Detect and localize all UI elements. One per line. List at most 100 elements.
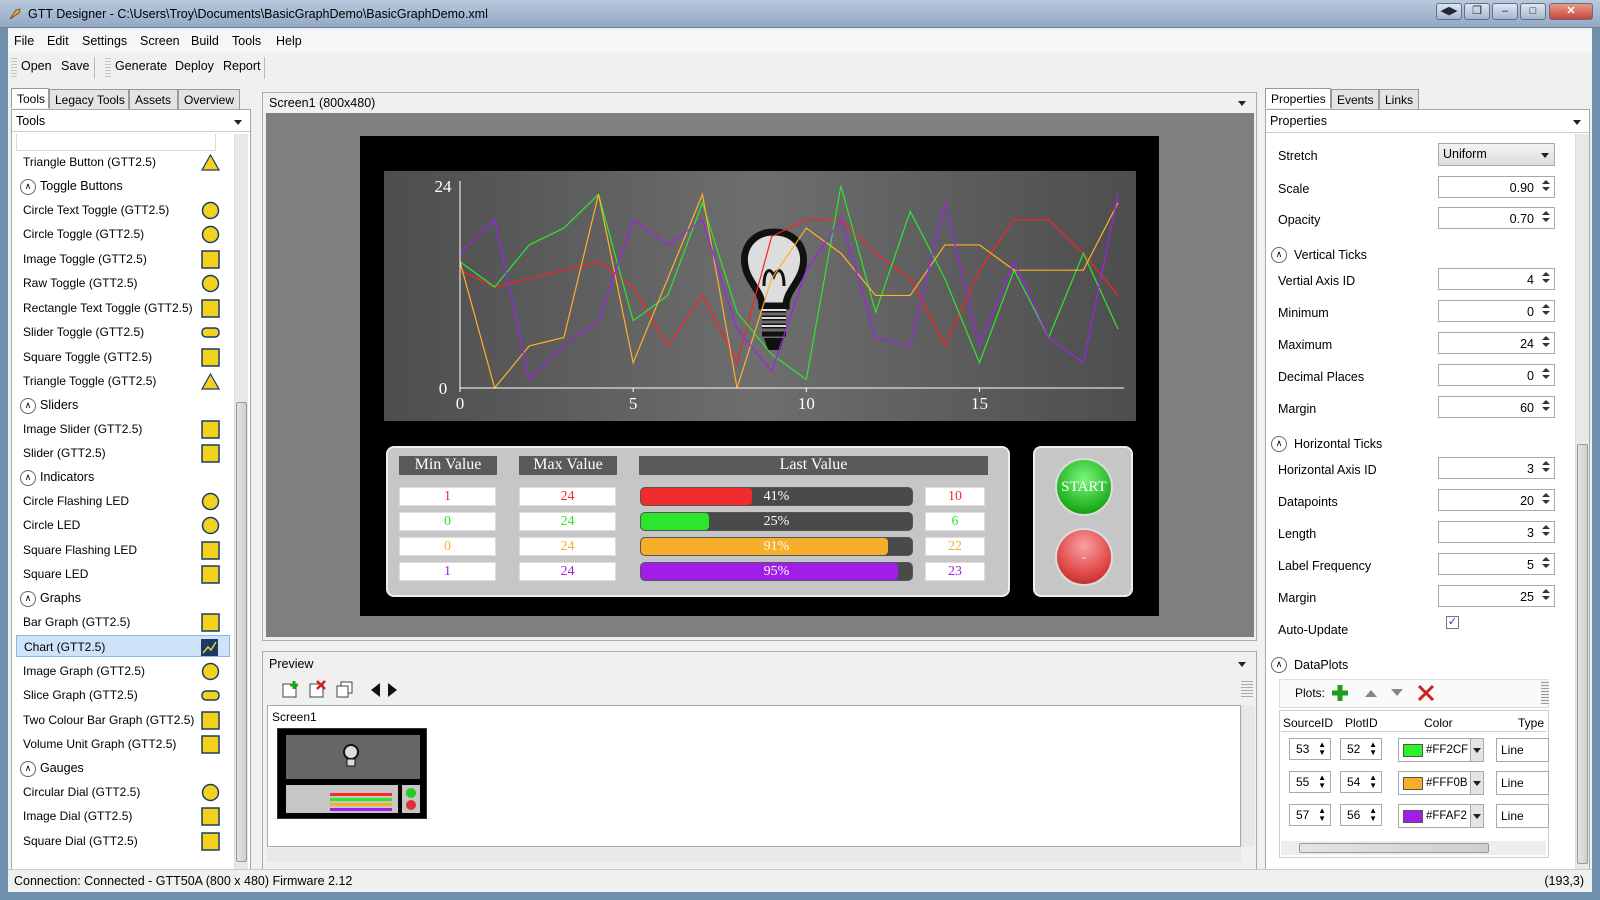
tool-item[interactable]: Rectangle Text Toggle (GTT2.5): [16, 297, 230, 319]
collapse-icon[interactable]: ∧: [20, 469, 36, 486]
color-dropdown[interactable]: [1470, 805, 1483, 827]
next-screen-icon[interactable]: [386, 681, 400, 699]
tool-item[interactable]: Circle Text Toggle (GTT2.5): [16, 199, 230, 221]
tool-item[interactable]: Square Flashing LED: [16, 539, 230, 561]
tools-combo[interactable]: Tools: [12, 111, 250, 132]
datapoints-spinner[interactable]: [1541, 492, 1551, 508]
vertical-axis-id-input[interactable]: 4: [1438, 268, 1555, 290]
stop-button[interactable]: -: [1055, 528, 1113, 586]
length-input[interactable]: 3: [1438, 521, 1555, 543]
color-picker[interactable]: #FFF0B: [1398, 771, 1484, 795]
color-picker[interactable]: #FFAF2: [1398, 804, 1484, 828]
previous-screen-icon[interactable]: [368, 681, 382, 699]
save-button[interactable]: Save: [61, 59, 90, 73]
auto-update-checkbox[interactable]: ✓: [1446, 616, 1459, 629]
sourceid-input[interactable]: 57 ▲ ▼: [1289, 804, 1331, 826]
tool-item[interactable]: Image Slider (GTT2.5): [16, 418, 230, 440]
menu-help[interactable]: Help: [276, 34, 302, 48]
delete-plot-icon[interactable]: [1416, 683, 1436, 703]
scale-spinner[interactable]: [1541, 179, 1551, 195]
spinner-arrows-icon[interactable]: ▲ ▼: [1369, 807, 1377, 823]
collapse-icon[interactable]: ∧: [20, 178, 36, 195]
menu-screen[interactable]: Screen: [140, 34, 180, 48]
preview-vscroll[interactable]: [1241, 705, 1255, 847]
spinner-arrows-icon[interactable]: ▲ ▼: [1318, 741, 1326, 757]
tool-item[interactable]: Volume Unit Graph (GTT2.5): [16, 733, 230, 755]
vertical-margin-input[interactable]: 60: [1438, 396, 1555, 418]
tool-category[interactable]: ∧ Indicators: [16, 467, 230, 489]
move-up-icon[interactable]: [1364, 687, 1378, 699]
sourceid-cell[interactable]: 57 ▲ ▼: [1289, 804, 1331, 826]
vertical-ticks-section[interactable]: ∧ Vertical Ticks: [1270, 247, 1367, 263]
preview-hscroll[interactable]: [267, 848, 1241, 862]
tool-item[interactable]: Square Toggle (GTT2.5): [16, 346, 230, 368]
maximum-input[interactable]: 24: [1438, 332, 1555, 354]
plotid-cell[interactable]: 56 ▲ ▼: [1340, 804, 1382, 826]
vertical-axis-id-spinner[interactable]: [1541, 271, 1551, 287]
spinner-arrows-icon[interactable]: ▲ ▼: [1318, 774, 1326, 790]
tool-item[interactable]: Image Dial (GTT2.5): [16, 805, 230, 827]
collapse-icon[interactable]: ∧: [20, 760, 36, 777]
tool-item[interactable]: Circle Flashing LED: [16, 490, 230, 512]
plotid-input[interactable]: 54 ▲ ▼: [1340, 771, 1382, 793]
tool-category[interactable]: ∧ Toggle Buttons: [16, 176, 230, 198]
report-button[interactable]: Report: [223, 59, 261, 73]
plotid-cell[interactable]: 52 ▲ ▼: [1340, 738, 1382, 760]
tab-events[interactable]: Events: [1331, 89, 1379, 109]
plot-type-select[interactable]: Line: [1496, 771, 1549, 795]
color-cell[interactable]: #FFAF2: [1398, 804, 1484, 828]
type-cell[interactable]: Line: [1496, 738, 1549, 762]
plot-type-select[interactable]: Line: [1496, 804, 1549, 828]
tool-item[interactable]: Raw Toggle (GTT2.5): [16, 272, 230, 294]
tab-assets[interactable]: Assets: [129, 89, 178, 109]
type-cell[interactable]: Line: [1496, 771, 1549, 795]
delete-screen-icon[interactable]: [307, 679, 329, 699]
duplicate-screen-icon[interactable]: [334, 679, 356, 699]
color-dropdown[interactable]: [1470, 739, 1483, 761]
tab-properties[interactable]: Properties: [1265, 88, 1331, 108]
tool-item[interactable]: Triangle Button (GTT2.5): [16, 151, 230, 173]
menu-edit[interactable]: Edit: [47, 34, 69, 48]
sourceid-input[interactable]: 53 ▲ ▼: [1289, 738, 1331, 760]
tab-links[interactable]: Links: [1379, 89, 1419, 109]
horizontal-margin-input[interactable]: 25: [1438, 585, 1555, 607]
dataplots-section[interactable]: ∧ DataPlots: [1270, 657, 1348, 673]
plotid-input[interactable]: 52 ▲ ▼: [1340, 738, 1382, 760]
tools-scroll-thumb[interactable]: [236, 402, 247, 862]
collapse-icon[interactable]: ∧: [1271, 247, 1287, 263]
collapse-icon[interactable]: ∧: [20, 397, 36, 414]
decimal-places-input[interactable]: 0: [1438, 364, 1555, 386]
properties-scroll-thumb[interactable]: [1577, 444, 1588, 864]
collapse-icon[interactable]: ∧: [1271, 436, 1287, 452]
tab-overview[interactable]: Overview: [178, 89, 240, 109]
plotid-input[interactable]: 56 ▲ ▼: [1340, 804, 1382, 826]
tool-item[interactable]: Triangle Toggle (GTT2.5): [16, 370, 230, 392]
open-button[interactable]: Open: [21, 59, 52, 73]
decimal-places-spinner[interactable]: [1541, 367, 1551, 383]
start-button[interactable]: START: [1055, 458, 1113, 516]
stretch-select[interactable]: Uniform: [1438, 143, 1555, 166]
plotid-cell[interactable]: 54 ▲ ▼: [1340, 771, 1382, 793]
vertical-margin-spinner[interactable]: [1541, 399, 1551, 415]
tool-item[interactable]: Square Dial (GTT2.5): [16, 830, 230, 852]
menu-tools[interactable]: Tools: [232, 34, 261, 48]
tool-item[interactable]: Image Toggle (GTT2.5): [16, 248, 230, 270]
horizontal-margin-spinner[interactable]: [1541, 588, 1551, 604]
tool-item[interactable]: Slider Toggle (GTT2.5): [16, 321, 230, 343]
horizontal-axis-id-input[interactable]: 3: [1438, 457, 1555, 479]
tool-item[interactable]: Slider (GTT2.5): [16, 442, 230, 464]
add-screen-icon[interactable]: [280, 679, 302, 699]
color-picker[interactable]: #FF2CF: [1398, 738, 1484, 762]
datapoints-input[interactable]: 20: [1438, 489, 1555, 511]
minimum-spinner[interactable]: [1541, 303, 1551, 319]
minimize-button[interactable]: –: [1492, 3, 1518, 20]
tool-category[interactable]: ∧ Gauges: [16, 758, 230, 780]
opacity-spinner[interactable]: [1541, 210, 1551, 226]
deploy-button[interactable]: Deploy: [175, 59, 214, 73]
menu-file[interactable]: File: [14, 34, 34, 48]
maximum-spinner[interactable]: [1541, 335, 1551, 351]
menu-build[interactable]: Build: [191, 34, 219, 48]
horizontal-ticks-section[interactable]: ∧ Horizontal Ticks: [1270, 436, 1382, 452]
screen-thumbnail[interactable]: [277, 728, 427, 819]
tab-legacy-tools[interactable]: Legacy Tools: [49, 89, 129, 109]
